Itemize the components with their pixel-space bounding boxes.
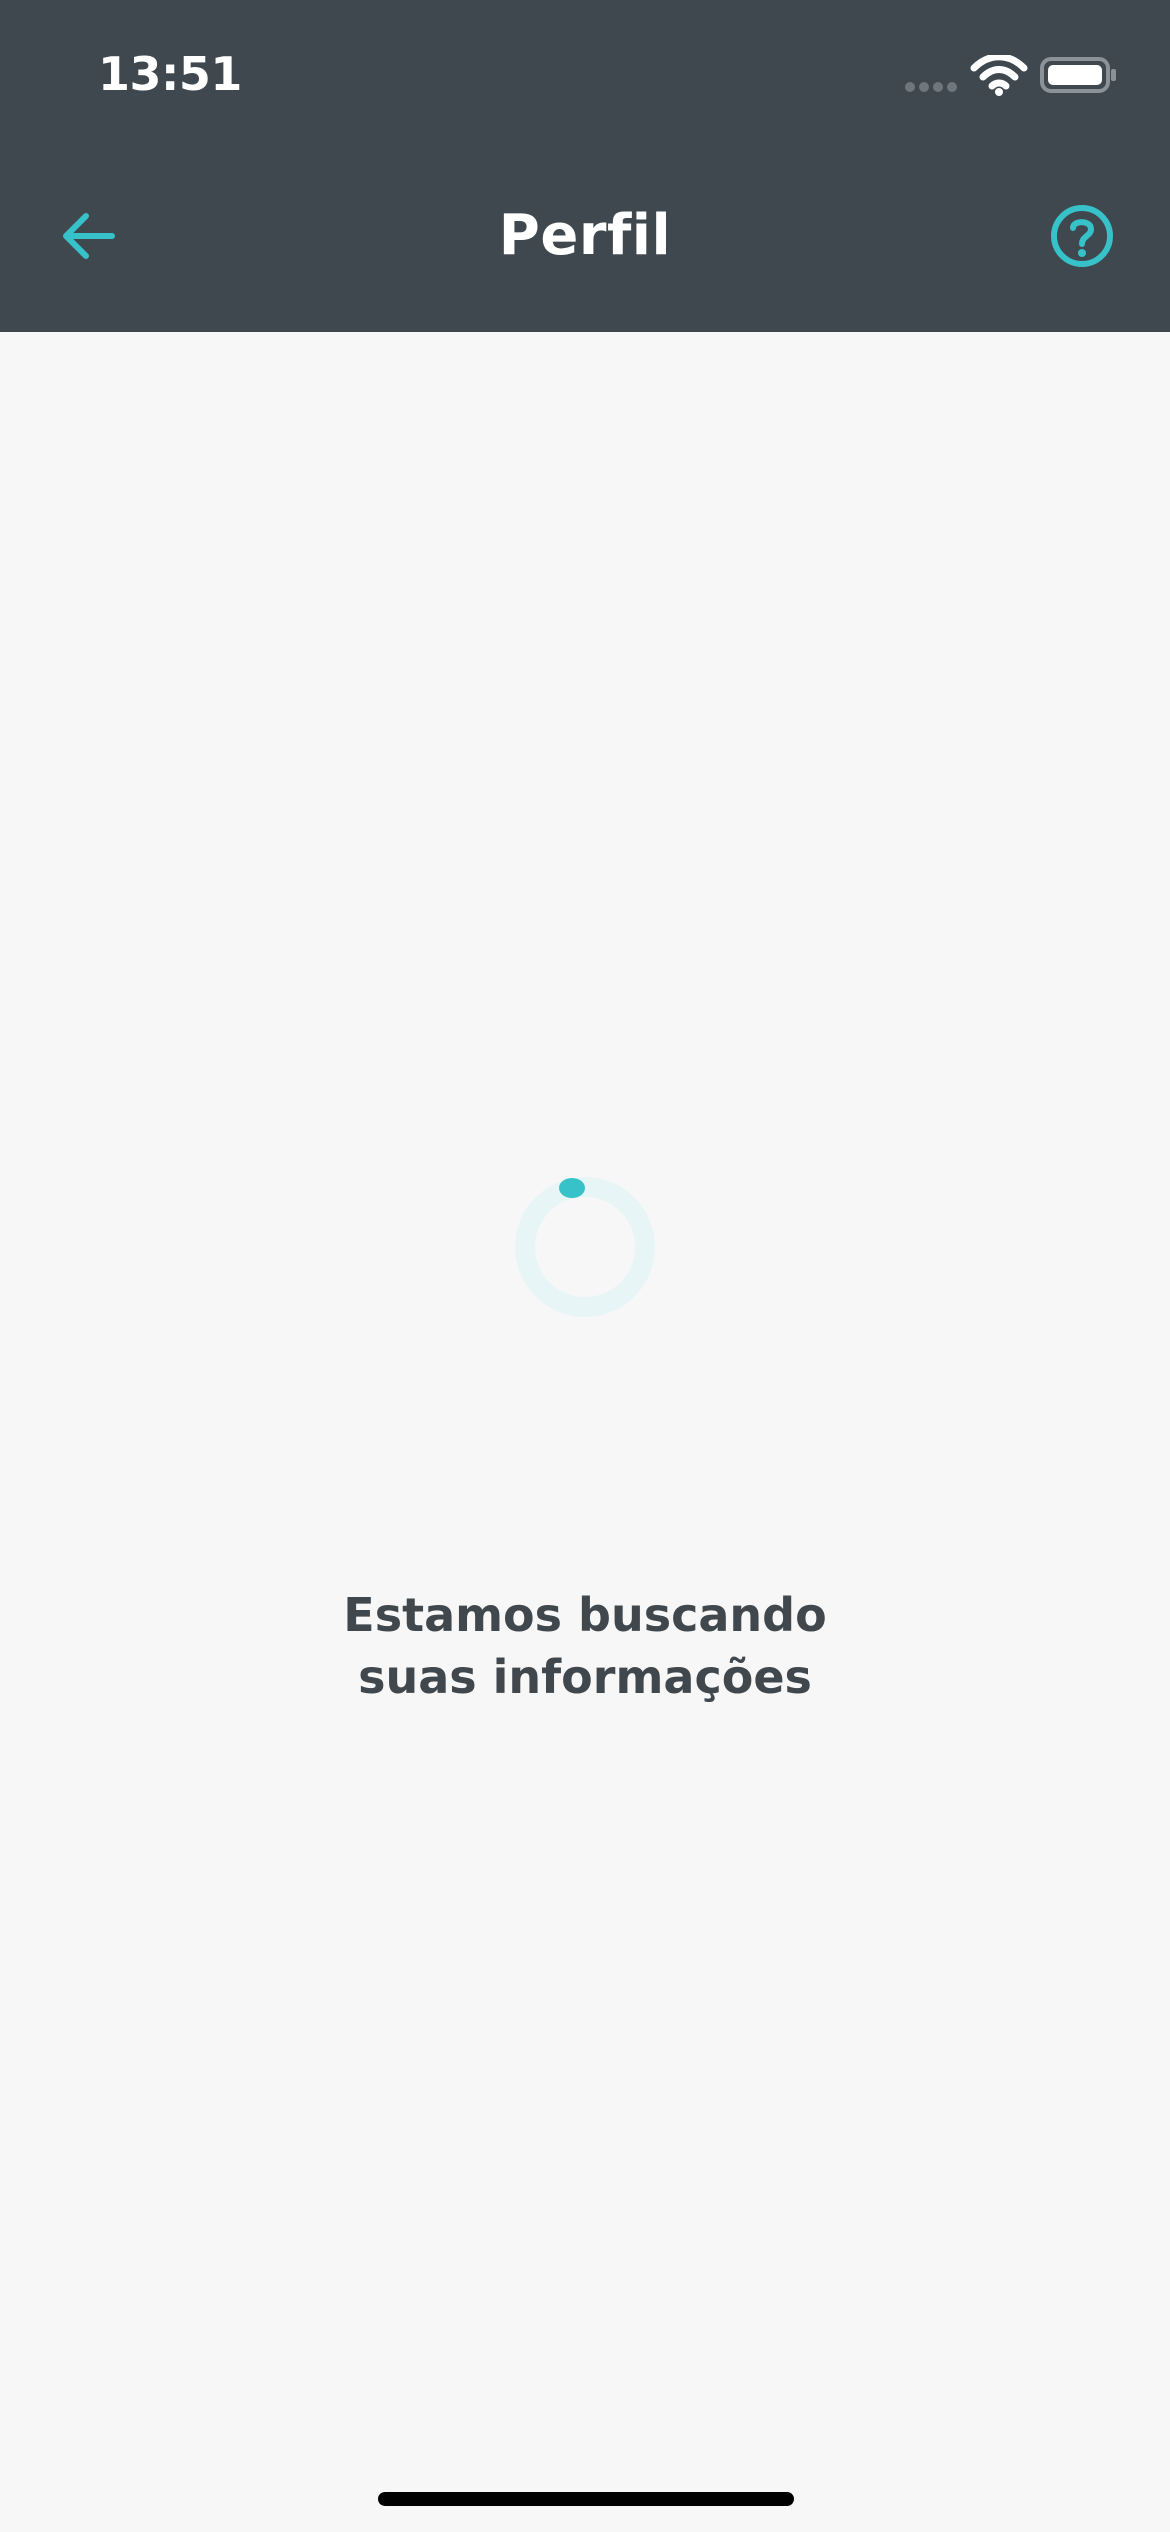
loading-message: Estamos buscando suas informações [280,1584,890,1708]
profile-loading-content [0,332,1170,2532]
help-button[interactable] [1042,196,1122,276]
home-indicator[interactable] [378,2492,794,2506]
header: 13:51 Perfil [0,0,1170,332]
loading-message-line-1: Estamos buscando [343,1588,827,1642]
wifi-icon [970,55,1028,96]
loading-message-line-2: suas informações [358,1650,812,1704]
help-circle-icon [1051,205,1113,267]
loading-spinner [515,1177,655,1317]
cellular-signal-icon [905,81,957,93]
status-time: 13:51 [98,47,242,101]
battery-icon [1040,57,1116,93]
page-title: Perfil [498,203,672,268]
